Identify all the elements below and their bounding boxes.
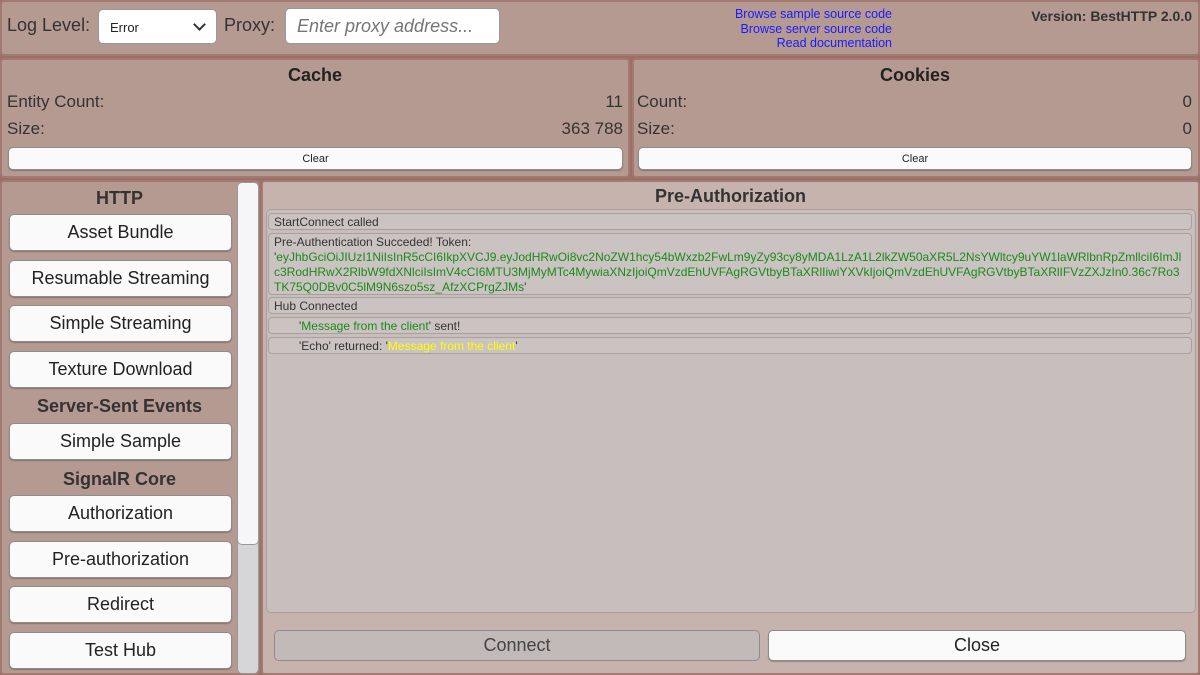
scrollbar-thumb[interactable] [237,182,259,545]
simple-sample-button[interactable]: Simple Sample [9,423,232,460]
chevron-down-icon [193,18,206,31]
proxy-label: Proxy: [224,15,276,35]
token-text: eyJhbGciOiJIUzI1NiIsInR5cCI6IkpXVCJ9.eyJ… [274,250,1182,294]
log-level-dropdown[interactable]: Error [98,9,217,44]
cookies-clear-button[interactable]: Clear [638,147,1192,170]
authorization-button[interactable]: Authorization [9,495,232,532]
cookies-title: Cookies [879,65,951,85]
pre-authorization-button[interactable]: Pre-authorization [9,541,232,578]
cache-size-label: Size: [7,119,45,138]
cookie-size-value: 0 [1182,119,1192,138]
log-entry: Hub Connected [268,297,1192,314]
test-hub-button[interactable]: Test Hub [9,632,232,669]
cache-size-value: 363 788 [561,119,623,138]
close-button[interactable]: Close [768,630,1186,661]
browse-server-source-link[interactable]: Browse server source code [640,22,892,37]
section-signalr: SignalR Core [62,469,177,489]
log-entry: Pre-Authentication Succeded! Token:'eyJh… [268,233,1192,295]
section-sse: Server-Sent Events [36,396,203,416]
entity-count-label: Entity Count: [7,92,105,111]
sample-sidebar: HTTP Asset Bundle Resumable Streaming Si… [0,180,260,675]
redirect-button[interactable]: Redirect [9,586,232,623]
cookie-size-label: Size: [637,119,675,138]
main-title: Pre-Authorization [655,186,806,206]
version-label: Version: BestHTTP 2.0.0 [1031,8,1192,24]
entity-count-value: 11 [605,92,623,111]
cache-title: Cache [287,65,343,85]
section-http: HTTP [96,188,143,208]
log-level-label: Log Level: [7,15,91,35]
simple-streaming-button[interactable]: Simple Streaming [9,305,232,342]
browse-sample-source-link[interactable]: Browse sample source code [640,7,892,22]
asset-bundle-button[interactable]: Asset Bundle [9,214,232,251]
log-entry: 'Echo' returned: 'Message from the clien… [268,337,1192,354]
log-entry: 'Message from the client' sent! [268,317,1192,334]
cookie-count-value: 0 [1182,92,1192,111]
read-documentation-link[interactable]: Read documentation [640,36,892,51]
resumable-streaming-button[interactable]: Resumable Streaming [9,260,232,297]
log-entry: StartConnect called [268,213,1192,230]
texture-download-button[interactable]: Texture Download [9,351,232,388]
sidebar-scrollbar[interactable] [237,182,259,674]
cache-clear-button[interactable]: Clear [8,147,623,170]
log-level-value: Error [110,20,139,35]
proxy-input[interactable] [285,8,500,44]
connect-button[interactable]: Connect [274,630,760,661]
cookie-count-label: Count: [637,92,688,111]
